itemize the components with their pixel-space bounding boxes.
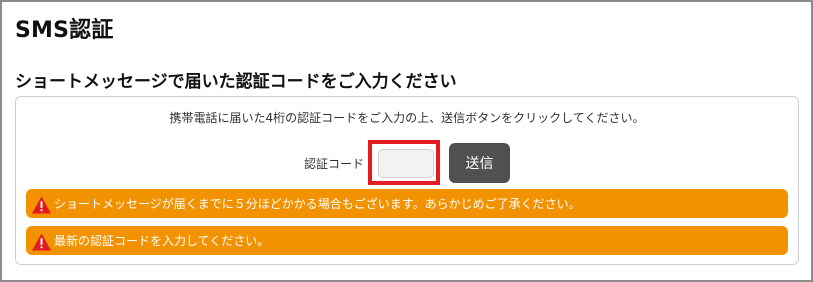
page-title: SMS認証 — [15, 18, 114, 43]
warning-icon — [32, 195, 51, 214]
page-frame: SMS認証 ショートメッセージで届いた認証コードをご入力ください 携帯電話に届い… — [0, 0, 813, 282]
submit-button[interactable]: 送信 — [449, 143, 510, 183]
alert-delivery-delay: ショートメッセージが届くまでに５分ほどかかる場合もございます。あらかじめご了承く… — [26, 189, 788, 218]
alert-text: 最新の認証コードを入力してください。 — [54, 234, 270, 248]
sms-auth-panel: 携帯電話に届いた4桁の認証コードをご入力の上、送信ボタンをクリックしてください。… — [15, 96, 799, 265]
alert-text: ショートメッセージが届くまでに５分ほどかかる場合もございます。あらかじめご了承く… — [54, 197, 581, 211]
code-label: 認証コード — [304, 157, 365, 171]
warning-icon — [32, 232, 51, 251]
code-input[interactable] — [378, 149, 434, 178]
instruction-text: 携帯電話に届いた4桁の認証コードをご入力の上、送信ボタンをクリックしてください。 — [169, 111, 645, 125]
section-title: ショートメッセージで届いた認証コードをご入力ください — [15, 72, 457, 92]
alert-latest-code: 最新の認証コードを入力してください。 — [26, 226, 788, 255]
